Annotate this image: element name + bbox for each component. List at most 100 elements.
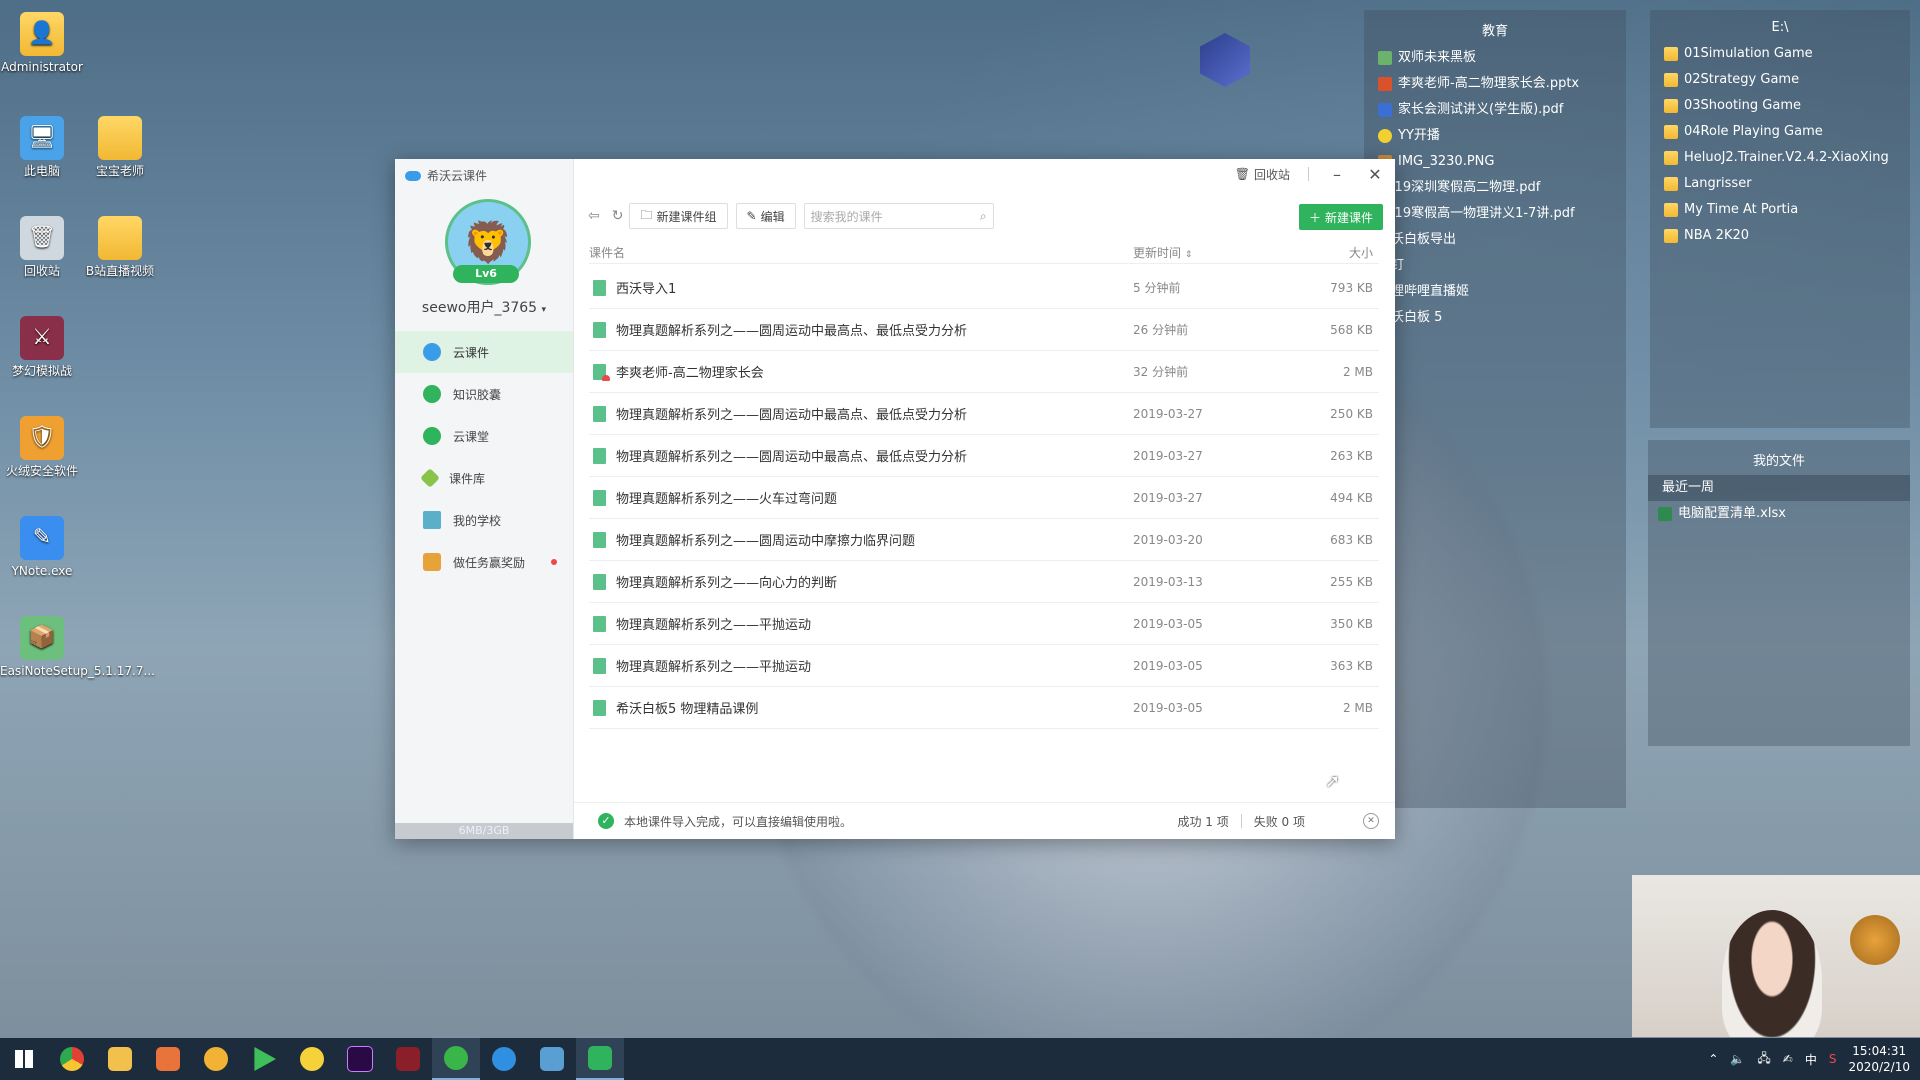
taskbar-app-blue[interactable] (480, 1038, 528, 1080)
fence-item[interactable]: 电脑配置清单.xlsx (1648, 501, 1910, 527)
start-button[interactable] (0, 1038, 48, 1080)
courseware-file-icon (593, 531, 606, 548)
fence-item[interactable]: IMG_3230.PNG (1364, 149, 1626, 175)
edit-button[interactable]: ✎ 编辑 (735, 203, 796, 229)
courseware-file-icon (593, 699, 606, 716)
fence-item[interactable]: 希沃白板 5 (1364, 305, 1626, 331)
new-courseware-button[interactable]: ＋新建课件 (1298, 204, 1383, 230)
taskbar-app-window[interactable] (528, 1038, 576, 1080)
gift-icon (423, 553, 441, 571)
nav-knowledge-capsule[interactable]: 知识胶囊 (395, 373, 573, 415)
desktop-icon-recycle-bin[interactable]: 🗑 回收站 (0, 216, 84, 278)
nav-courseware-library[interactable]: 课件库 (395, 457, 573, 499)
table-row[interactable]: 西沃导入1 5 分钟前 793 KB (589, 267, 1379, 309)
desktop-icon-easinote-setup[interactable]: 📦 EasiNoteSetup_5.1.17.7... (0, 616, 155, 678)
column-size: 大小 (1348, 245, 1373, 260)
fence-item[interactable]: 钉钉 (1364, 253, 1626, 279)
taskbar-explorer[interactable] (96, 1038, 144, 1080)
check-icon: ✓ (598, 813, 614, 829)
windows-logo-icon (15, 1050, 33, 1068)
refresh-icon[interactable]: ↻ (612, 208, 624, 224)
taskbar-player[interactable] (240, 1038, 288, 1080)
fence-my-files: 我的文件 最近一周 电脑配置清单.xlsx (1648, 440, 1910, 746)
main-panel: 🗑 回收站 – ✕ ⇦ ↻ 🗀 新建课件组 ✎ 编辑 搜索我的课件 ⌕ ＋新建课件 课件… (574, 159, 1395, 839)
nav-cloud-courseware[interactable]: 云课件 (395, 331, 573, 373)
taskbar-app-eye[interactable] (192, 1038, 240, 1080)
fence-item[interactable]: NBA 2K20 (1650, 223, 1910, 249)
pen-icon[interactable]: ✍ (1783, 1052, 1793, 1066)
fence-item[interactable]: My Time At Portia (1650, 197, 1910, 223)
desktop-icon-langrisser[interactable]: ⚔ 梦幻模拟战 (0, 316, 84, 378)
fence-item[interactable]: 哔哩哔哩直播姬 (1364, 279, 1626, 305)
table-row[interactable]: 物理真题解析系列之——圆周运动中最高点、最低点受力分析 2019-03-27 263… (589, 435, 1379, 477)
taskbar-game[interactable] (384, 1038, 432, 1080)
table-row[interactable]: 物理真题解析系列之——圆周运动中最高点、最低点受力分析 2019-03-27 250… (589, 393, 1379, 435)
table-row[interactable]: 物理真题解析系列之——平抛运动 2019-03-05 363 KB (589, 645, 1379, 687)
level-badge: Lv6 (453, 265, 519, 283)
volume-icon[interactable]: 🔈 (1730, 1052, 1745, 1066)
success-count: 成功 1 项 (1177, 814, 1229, 829)
taskbar-easinote[interactable] (576, 1038, 624, 1080)
taskbar-app-yellow[interactable] (288, 1038, 336, 1080)
close-status-icon[interactable]: ✕ (1363, 813, 1379, 829)
username-dropdown[interactable]: seewo用户_3765 ▾ (395, 297, 573, 317)
computer-icon: 🖥 (20, 116, 64, 160)
desktop-icon-baobao[interactable]: 宝宝老师 (78, 116, 162, 178)
back-arrow-icon[interactable]: ⇦ (588, 208, 600, 224)
column-time[interactable]: 更新时间 ⇕ (1133, 244, 1293, 261)
desktop-icon-bilibili-videos[interactable]: B站直播视频 (78, 216, 162, 278)
table-row[interactable]: 希沃白板5 物理精品课例 2019-03-05 2 MB (589, 687, 1379, 729)
courseware-file-icon (593, 489, 606, 506)
folder-icon (1664, 203, 1678, 217)
fence-item[interactable]: 西沃白板导出 (1364, 227, 1626, 253)
table-row[interactable]: 物理真题解析系列之——圆周运动中摩擦力临界问题 2019-03-20 683 KB (589, 519, 1379, 561)
desktop-icon-ynote[interactable]: ✎ YNote.exe (0, 516, 84, 578)
taskbar-chrome[interactable] (48, 1038, 96, 1080)
desktop-icon-this-pc[interactable]: 🖥 此电脑 (0, 116, 84, 178)
fence-title: 教育 (1481, 24, 1508, 39)
fence-item[interactable]: 03Shooting Game (1650, 93, 1910, 119)
fence-item[interactable]: 01Simulation Game (1650, 41, 1910, 67)
school-icon (423, 511, 441, 529)
sogou-icon[interactable]: S (1829, 1052, 1837, 1066)
fence-item[interactable]: 双师未来黑板 (1364, 45, 1626, 71)
fence-item[interactable]: 2019寒假高一物理讲义1-7讲.pdf (1364, 201, 1626, 227)
taskbar-wechat[interactable] (432, 1038, 480, 1080)
chevron-up-icon[interactable]: ⌃ (1708, 1052, 1718, 1066)
ime-indicator[interactable]: 中 (1805, 1051, 1817, 1068)
fence-item[interactable]: 李爽老师-高二物理家长会.pptx (1364, 71, 1626, 97)
nav-cloud-class[interactable]: 云课堂 (395, 415, 573, 457)
minimize-button[interactable]: – (1327, 165, 1347, 184)
desktop-icon-huorong[interactable]: 🛡 火绒安全软件 (0, 416, 84, 478)
user-folder-icon: 👤 (20, 12, 64, 56)
search-input[interactable]: 搜索我的课件 ⌕ (803, 203, 994, 229)
fence-item[interactable]: 2019深圳寒假高二物理.pdf (1364, 175, 1626, 201)
close-button[interactable]: ✕ (1365, 165, 1385, 184)
network-icon[interactable]: 🖧 (1757, 1049, 1770, 1070)
fence-item[interactable]: YY开播 (1364, 123, 1626, 149)
table-row[interactable]: 物理真题解析系列之——向心力的判断 2019-03-13 255 KB (589, 561, 1379, 603)
nav-tasks-rewards[interactable]: 做任务赢奖励 (395, 541, 573, 583)
fence-education: 教育 双师未来黑板 李爽老师-高二物理家长会.pptx 家长会测试讲义(学生版)… (1364, 10, 1626, 808)
easinote-icon (588, 1046, 612, 1070)
table-row[interactable]: 李爽老师-高二物理家长会 32 分钟前 2 MB (589, 351, 1379, 393)
fence-item[interactable]: 02Strategy Game (1650, 67, 1910, 93)
status-bar: ✓ 本地课件导入完成，可以直接编辑使用啦。 成功 1 项 失败 0 项 ✕ (574, 802, 1395, 839)
desktop-icon-administrator[interactable]: 👤 Administrator (0, 12, 84, 74)
taskbar-app-orange[interactable] (144, 1038, 192, 1080)
divider (1240, 814, 1242, 828)
clock[interactable]: 15:04:31 2020/2/10 (1848, 1043, 1910, 1075)
title-bar: 🗑 回收站 – ✕ (1235, 159, 1395, 189)
fence-item[interactable]: 家长会测试讲义(学生版).pdf (1364, 97, 1626, 123)
taskbar-premiere[interactable] (336, 1038, 384, 1080)
fence-item[interactable]: 04Role Playing Game (1650, 119, 1910, 145)
fence-item[interactable]: Langrisser (1650, 171, 1910, 197)
table-row[interactable]: 物理真题解析系列之——火车过弯问题 2019-03-27 494 KB (589, 477, 1379, 519)
table-row[interactable]: 物理真题解析系列之——圆周运动中最高点、最低点受力分析 26 分钟前 568 KB (589, 309, 1379, 351)
new-group-button[interactable]: 🗀 新建课件组 (629, 203, 728, 229)
fence-item[interactable]: HeluoJ2.Trainer.V2.4.2-XiaoXing (1650, 145, 1910, 171)
table-row[interactable]: 物理真题解析系列之——平抛运动 2019-03-05 350 KB (589, 603, 1379, 645)
wechat-icon (444, 1046, 468, 1070)
recycle-bin-button[interactable]: 🗑 回收站 (1235, 166, 1290, 183)
nav-my-school[interactable]: 我的学校 (395, 499, 573, 541)
